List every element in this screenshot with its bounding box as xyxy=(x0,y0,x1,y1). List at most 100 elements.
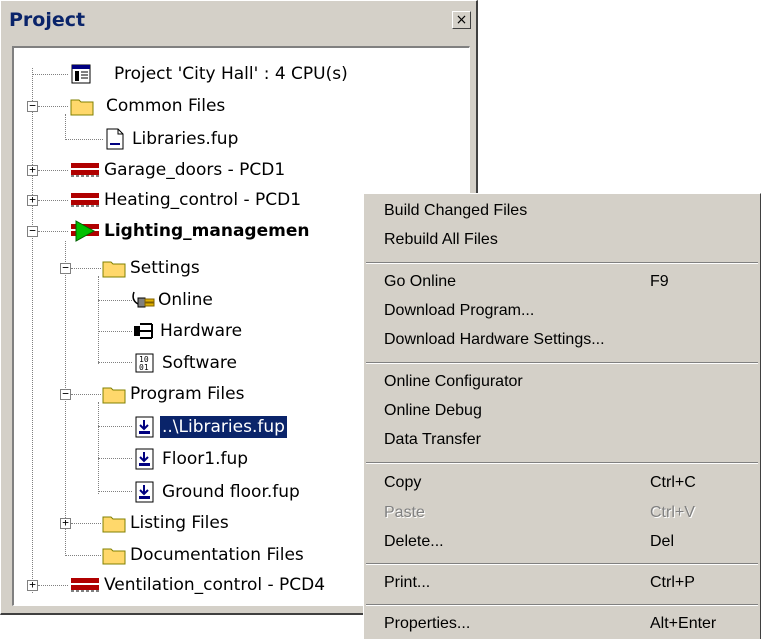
menu-label: Paste xyxy=(384,504,425,521)
menu-item-go-online[interactable]: Go Online F9 xyxy=(384,269,754,297)
menu-label: Delete... xyxy=(384,533,444,550)
tree-label: Online xyxy=(158,290,213,310)
expand-garage[interactable]: + xyxy=(27,164,38,176)
tree-item-program-files[interactable]: Program Files xyxy=(102,379,246,409)
menu-separator xyxy=(366,604,758,606)
tree-item-settings[interactable]: Settings xyxy=(102,253,202,283)
software-icon: 10 01 xyxy=(134,352,156,374)
folder-icon xyxy=(102,257,126,279)
menu-item-print[interactable]: Print... Ctrl+P xyxy=(384,570,754,598)
project-icon xyxy=(70,63,92,85)
tree-item-libraries-ref[interactable]: ..\Libraries.fup xyxy=(134,412,288,442)
close-button[interactable]: × xyxy=(452,11,471,29)
menu-item-delete[interactable]: Delete... Del xyxy=(384,529,754,557)
menu-label: Build Changed Files xyxy=(384,202,528,219)
window-title: Project xyxy=(9,9,86,31)
fup-file-icon xyxy=(134,448,156,470)
menu-item-download-hardware[interactable]: Download Hardware Settings... xyxy=(384,327,754,355)
tree-label: Listing Files xyxy=(130,513,229,533)
expand-listing-files[interactable]: + xyxy=(60,517,71,529)
expand-heating[interactable]: + xyxy=(27,194,38,206)
svg-text:01: 01 xyxy=(139,363,149,372)
menu-label: Rebuild All Files xyxy=(384,231,498,248)
menu-label: Online Configurator xyxy=(384,373,523,390)
menu-separator xyxy=(366,462,758,464)
title-bar: Project × xyxy=(5,5,471,35)
cpu-icon xyxy=(70,189,100,211)
tree-item-libraries-common[interactable]: Libraries.fup xyxy=(104,124,240,154)
menu-separator xyxy=(366,262,758,264)
fup-file-icon xyxy=(134,481,156,503)
tree-label: Software xyxy=(162,353,237,373)
menu-label: Copy xyxy=(384,474,422,491)
menu-item-properties[interactable]: Properties... Alt+Enter xyxy=(384,611,754,639)
menu-shortcut: Ctrl+C xyxy=(650,474,696,491)
menu-label: Print... xyxy=(384,574,431,591)
tree-item-online[interactable]: Online xyxy=(130,285,215,315)
menu-label: Download Hardware Settings... xyxy=(384,331,605,348)
tree-label: Ground floor.fup xyxy=(162,482,300,502)
tree-label: Libraries.fup xyxy=(132,129,239,149)
tree-item-ground-floor[interactable]: Ground floor.fup xyxy=(134,477,302,507)
menu-item-online-debug[interactable]: Online Debug xyxy=(384,398,754,426)
tree-item-floor1[interactable]: Floor1.fup xyxy=(134,444,250,474)
online-plug-icon xyxy=(130,289,156,311)
menu-shortcut: Ctrl+V xyxy=(650,504,695,521)
tree-item-garage[interactable]: Garage_doors - PCD1 xyxy=(70,155,287,185)
tree-item-ventilation[interactable]: Ventilation_control - PCD4 xyxy=(70,570,327,600)
tree-label: Program Files xyxy=(130,384,245,404)
collapse-settings[interactable]: − xyxy=(60,262,71,274)
menu-item-download-program[interactable]: Download Program... xyxy=(384,298,754,326)
menu-label: Go Online xyxy=(384,273,457,290)
tree-label-selected: ..\Libraries.fup xyxy=(159,415,288,439)
folder-icon xyxy=(102,383,126,405)
menu-item-copy[interactable]: Copy Ctrl+C xyxy=(384,470,754,498)
menu-shortcut: F9 xyxy=(650,273,669,290)
menu-label: Data Transfer xyxy=(384,431,481,448)
tree-item-common-files[interactable]: Common Files xyxy=(70,91,227,121)
tree-label: Lighting_managemen xyxy=(104,221,310,241)
close-icon: × xyxy=(455,12,468,28)
tree-label: Floor1.fup xyxy=(162,449,249,469)
expand-ventilation[interactable]: + xyxy=(27,579,38,591)
cpu-icon xyxy=(70,159,100,181)
folder-icon xyxy=(70,95,94,117)
active-cpu-icon xyxy=(70,220,100,242)
tree-item-hardware[interactable]: Hardware xyxy=(132,316,244,346)
tree-label: Project 'City Hall' : 4 CPU(s) xyxy=(114,64,348,84)
tree-item-listing-files[interactable]: Listing Files xyxy=(102,508,231,538)
tree-label: Settings xyxy=(130,258,200,278)
menu-item-rebuild-all[interactable]: Rebuild All Files xyxy=(384,227,754,255)
tree-item-documentation-files[interactable]: Documentation Files xyxy=(102,540,306,570)
tree-item-software[interactable]: 10 01 Software xyxy=(134,348,239,378)
context-menu: Build Changed Files Rebuild All Files Go… xyxy=(363,193,761,639)
menu-separator xyxy=(366,362,758,364)
collapse-lighting[interactable]: − xyxy=(27,225,38,237)
menu-item-build-changed[interactable]: Build Changed Files xyxy=(384,198,754,226)
folder-icon xyxy=(102,544,126,566)
fup-file-icon xyxy=(134,416,156,438)
folder-icon xyxy=(102,512,126,534)
tree-item-heating[interactable]: Heating_control - PCD1 xyxy=(70,185,303,215)
tree-label: Garage_doors - PCD1 xyxy=(104,160,286,180)
menu-label: Online Debug xyxy=(384,402,482,419)
menu-item-online-configurator[interactable]: Online Configurator xyxy=(384,369,754,397)
hardware-icon xyxy=(132,320,156,342)
menu-item-paste: Paste Ctrl+V xyxy=(384,500,754,528)
menu-shortcut: Alt+Enter xyxy=(650,615,717,632)
tree-label: Ventilation_control - PCD4 xyxy=(104,575,326,595)
menu-separator xyxy=(366,563,758,565)
menu-label: Properties... xyxy=(384,615,471,632)
tree-label: Heating_control - PCD1 xyxy=(104,190,302,210)
menu-label: Download Program... xyxy=(384,302,535,319)
tree-label: Common Files xyxy=(106,96,226,116)
cpu-icon xyxy=(70,574,100,596)
menu-item-data-transfer[interactable]: Data Transfer xyxy=(384,427,754,455)
tree-item-project[interactable]: Project 'City Hall' : 4 CPU(s) xyxy=(70,59,350,89)
menu-shortcut: Del xyxy=(650,533,675,550)
tree-label: Hardware xyxy=(160,321,243,341)
tree-item-lighting[interactable]: Lighting_managemen xyxy=(70,216,311,246)
collapse-common-files[interactable]: − xyxy=(27,100,38,112)
file-icon xyxy=(104,128,126,150)
collapse-program-files[interactable]: − xyxy=(60,388,71,400)
